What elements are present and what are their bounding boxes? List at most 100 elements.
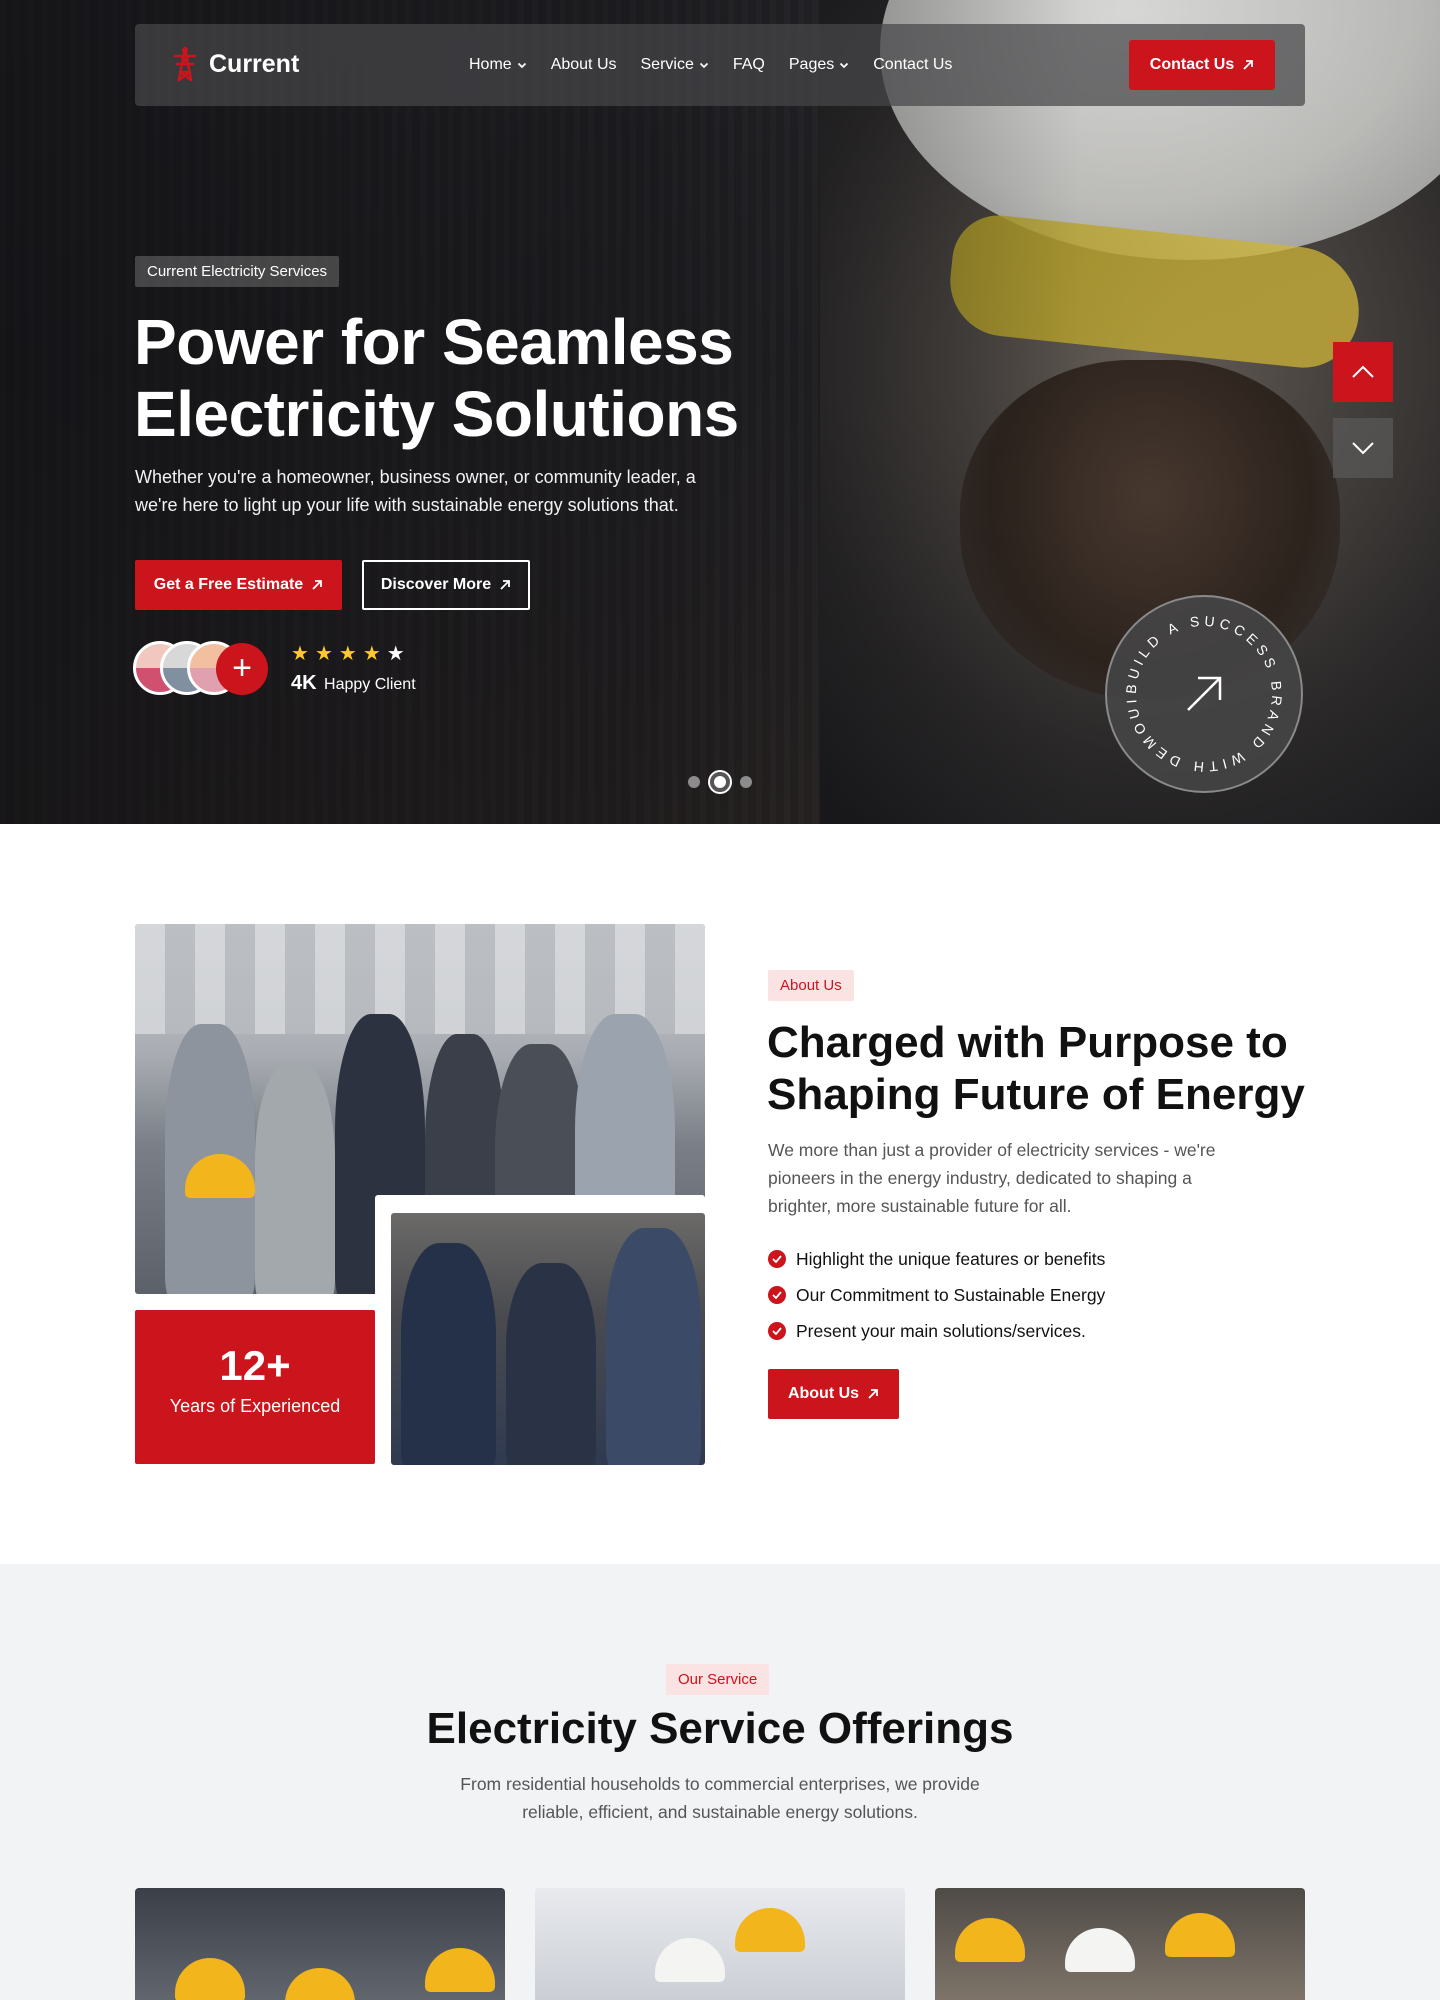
contact-us-label: Contact Us <box>1149 56 1235 73</box>
nav-item-contact-us[interactable]: Contact Us <box>873 56 952 74</box>
nav-item-pages[interactable]: Pages <box>789 56 849 74</box>
brand-badge[interactable]: BUILD A SUCCESS BRAND WITH DEMOUI <box>1104 594 1304 794</box>
logo-text: Current <box>209 49 300 78</box>
slide-next-button[interactable] <box>1333 418 1393 478</box>
feature-text: Highlight the unique features or benefit… <box>796 1248 1106 1269</box>
about-tag: About Us <box>768 970 854 1001</box>
about-title-line: Charged with Purpose to <box>767 1018 1288 1067</box>
hardhat-icon <box>175 1958 245 2000</box>
about-desc-line: brighter, more sustainable future for al… <box>768 1196 1072 1216</box>
navbar: Current Home About Us Service FAQ Pages … <box>135 24 1305 106</box>
slide-dot[interactable] <box>688 776 700 788</box>
arrow-up-right-icon <box>868 1389 878 1399</box>
check-circle-icon <box>768 1250 786 1268</box>
chevron-up-icon <box>1352 365 1374 378</box>
meeting-photo <box>391 1213 705 1465</box>
chevron-down-icon <box>699 62 708 69</box>
hero-tag: Current Electricity Services <box>135 256 340 287</box>
service-card-image[interactable] <box>935 1888 1305 2000</box>
nav-item-service[interactable]: Service <box>641 56 709 74</box>
client-count-label: Happy Client <box>324 676 416 693</box>
nav-label: Contact Us <box>873 56 953 73</box>
add-client-icon[interactable]: + <box>216 643 268 695</box>
slider-pagination <box>688 772 752 792</box>
hero-description: Whether you're a homeowner, business own… <box>135 463 735 519</box>
nav-label: About Us <box>550 56 617 73</box>
service-card-image[interactable] <box>135 1888 505 2000</box>
chevron-down-icon <box>1352 442 1374 455</box>
experience-value: 12+ <box>219 1342 291 1389</box>
feature-item: Highlight the unique features or benefit… <box>768 1241 1105 1277</box>
client-count-value: 4K <box>291 672 317 694</box>
about-desc-line: We more than just a provider of electric… <box>768 1140 1216 1160</box>
logo[interactable]: Current <box>169 46 299 82</box>
services-desc-line: reliable, efficient, and sustainable ene… <box>522 1802 918 1822</box>
about-us-button[interactable]: About Us <box>768 1369 899 1419</box>
power-tower-icon <box>173 46 197 82</box>
nav-label: FAQ <box>732 56 765 73</box>
nav-item-faq[interactable]: FAQ <box>733 56 765 74</box>
about-us-label: About Us <box>787 1385 860 1402</box>
about-title-line: Shaping Future of Energy <box>767 1070 1305 1119</box>
happy-client-count: 4K Happy Client <box>291 672 416 695</box>
hardhat-icon <box>955 1918 1025 1962</box>
star-icon: ★ <box>338 641 357 665</box>
services-tag: Our Service <box>666 1664 770 1695</box>
services-desc-line: From residential households to commercia… <box>460 1774 980 1794</box>
nav-item-home[interactable]: Home <box>469 56 527 74</box>
experience-box: 12+ Years of Experienced <box>135 1310 375 1464</box>
nav-label: Service <box>640 56 694 73</box>
nav-label: Home <box>469 56 512 73</box>
hero-title-line: Electricity Solutions <box>134 378 739 450</box>
experience-label: Years of Experienced <box>169 1396 341 1416</box>
hardhat-icon <box>735 1908 805 1952</box>
hardhat-icon <box>1065 1928 1135 1972</box>
feature-item: Our Commitment to Sustainable Energy <box>768 1277 1105 1313</box>
star-icon: ★ <box>386 641 405 665</box>
feature-list: Highlight the unique features or benefit… <box>768 1241 1105 1349</box>
free-estimate-label: Get a Free Estimate <box>153 576 304 593</box>
worker-figure <box>506 1263 596 1465</box>
nav-item-about-us[interactable]: About Us <box>551 56 617 74</box>
feature-text: Present your main solutions/services. <box>796 1320 1086 1341</box>
hero-section: Current Home About Us Service FAQ Pages … <box>0 0 1440 824</box>
about-description: We more than just a provider of electric… <box>768 1136 1288 1220</box>
nav-label: Pages <box>788 56 835 73</box>
chevron-down-icon <box>840 62 849 69</box>
hardhat-icon <box>425 1948 495 1992</box>
service-card-image[interactable] <box>535 1888 905 2000</box>
contact-us-button[interactable]: Contact Us <box>1129 40 1275 90</box>
hero-desc-line: Whether you're a homeowner, business own… <box>135 467 696 487</box>
worker-figure <box>606 1228 701 1465</box>
hero-title: Power for Seamless Electricity Solutions <box>134 306 834 450</box>
feature-text: Our Commitment to Sustainable Energy <box>796 1284 1106 1305</box>
services-section: Our Service Electricity Service Offering… <box>0 1564 1440 2000</box>
chevron-down-icon <box>517 62 526 69</box>
star-icon: ★ <box>314 641 333 665</box>
feature-item: Present your main solutions/services. <box>768 1313 1105 1349</box>
hardhat-icon <box>1165 1913 1235 1957</box>
hero-desc-line: we're here to light up your life with su… <box>135 495 679 515</box>
worker-figure <box>255 1064 335 1294</box>
worker-figure <box>401 1243 496 1465</box>
slide-dot-active[interactable] <box>710 772 730 792</box>
hardhat-icon <box>285 1968 355 2000</box>
about-desc-line: pioneers in the energy industry, dedicat… <box>768 1168 1192 1188</box>
client-avatars: + <box>133 641 273 695</box>
meeting-photo-frame <box>375 1195 705 1465</box>
star-icon: ★ <box>291 641 309 665</box>
slide-dot[interactable] <box>740 776 752 788</box>
star-icon: ★ <box>362 641 381 665</box>
free-estimate-button[interactable]: Get a Free Estimate <box>135 560 342 610</box>
discover-more-button[interactable]: Discover More <box>362 560 530 610</box>
check-circle-icon <box>768 1322 786 1340</box>
discover-more-label: Discover More <box>380 576 492 593</box>
main-nav: Home About Us Service FAQ Pages Contact … <box>469 56 952 74</box>
about-title: Charged with Purpose to Shaping Future o… <box>767 1017 1327 1121</box>
arrow-up-right-icon <box>312 580 323 590</box>
slide-prev-button[interactable] <box>1333 342 1393 402</box>
hero-title-line: Power for Seamless <box>134 306 734 378</box>
arrow-up-right-icon <box>500 580 511 590</box>
arrow-up-right-icon <box>1243 60 1254 70</box>
check-circle-icon <box>768 1286 786 1304</box>
